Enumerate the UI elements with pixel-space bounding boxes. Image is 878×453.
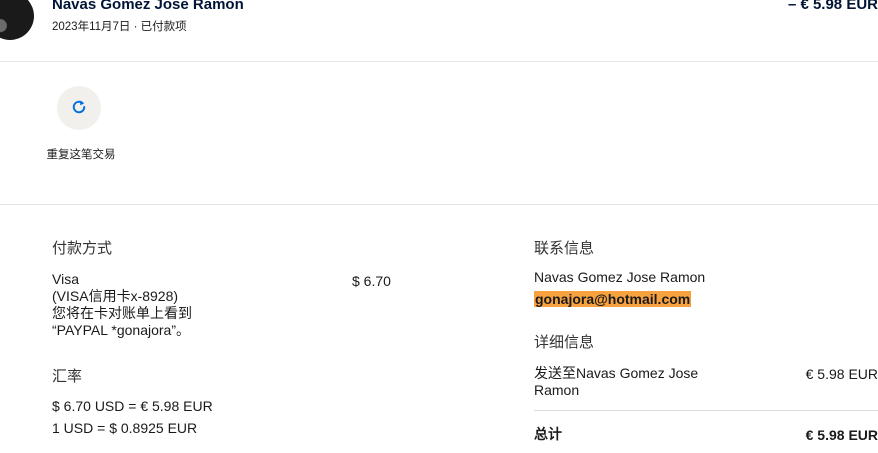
detail-item-amount: € 5.98 EUR: [805, 366, 878, 382]
total-amount: € 5.98 EUR: [805, 427, 878, 443]
repeat-transaction-label[interactable]: 重复这笔交易: [46, 147, 116, 163]
statement-note-line2: “PAYPAL *gonajora”。: [52, 322, 190, 338]
divider: [534, 410, 878, 411]
repeat-transaction-button[interactable]: [57, 86, 101, 130]
transaction-date-status: 2023年11月7日 · 已付款项: [52, 21, 187, 33]
payment-amount: $ 6.70: [352, 273, 391, 289]
header-amount: – € 5.98 EUR: [787, 0, 878, 13]
divider: [0, 204, 878, 205]
details-heading: 详细信息: [534, 334, 595, 351]
statement-note-line1: 您将在卡对账单上看到: [52, 305, 192, 321]
contact-name: Navas Gomez Jose Ramon: [534, 269, 706, 285]
divider: [0, 61, 878, 62]
transaction-detail-page: Navas Gomez Jose Ramon 2023年11月7日 · 已付款项…: [0, 0, 878, 453]
exchange-rate-line1: $ 6.70 USD = € 5.98 EUR: [52, 398, 213, 414]
total-label: 总计: [534, 426, 562, 442]
payment-method-heading: 付款方式: [52, 240, 113, 257]
detail-item-line1: 发送至Navas Gomez Jose: [534, 365, 699, 381]
contact-email[interactable]: gonajora@hotmail.com: [534, 291, 692, 307]
detail-item-line2: Ramon: [534, 382, 580, 398]
contact-info-heading: 联系信息: [534, 240, 595, 257]
merchant-name: Navas Gomez Jose Ramon: [52, 0, 244, 13]
refresh-icon: [70, 98, 88, 119]
payment-card: (VISA信用卡x-8928): [52, 288, 179, 304]
payment-method-name: Visa: [52, 271, 79, 287]
contact-email-text[interactable]: gonajora@hotmail.com: [534, 291, 692, 307]
exchange-rate-heading: 汇率: [52, 368, 83, 385]
avatar: [0, 0, 34, 40]
exchange-rate-line2: 1 USD = $ 0.8925 EUR: [52, 420, 198, 436]
